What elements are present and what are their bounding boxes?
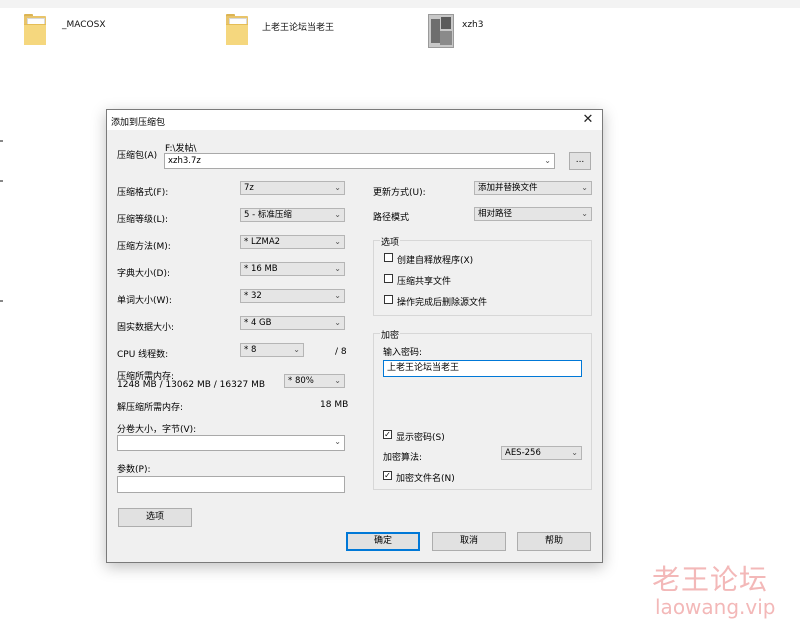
cpu-max: / 8 [335,347,347,357]
options-button[interactable]: 选项 [118,508,192,527]
cpu-select[interactable]: * 8 ⌄ [240,343,304,357]
edge-mark [0,180,3,182]
file-label: xzh3 [462,20,484,30]
add-to-archive-dialog: 添加到压缩包 ✕ 压缩包(A) F:\发帖\ xzh3.7z ⌄ ... 压缩格… [106,109,603,563]
cancel-button[interactable]: 取消 [432,532,506,551]
ok-button[interactable]: 确定 [346,532,420,551]
update-select[interactable]: 添加并替换文件 ⌄ [474,181,592,195]
level-label: 压缩等级(L): [117,215,169,225]
encryption-method-label: 加密算法: [383,453,423,463]
edge-mark [0,140,3,142]
help-button[interactable]: 帮助 [517,532,591,551]
method-select[interactable]: * LZMA2 ⌄ [240,235,345,249]
params-input[interactable] [117,476,345,493]
encrypt-names-label: 加密文件名(N) [396,474,455,484]
split-label: 分卷大小，字节(V): [117,425,197,435]
chevron-down-icon: ⌄ [334,210,341,219]
edge-mark [0,300,3,302]
cpu-value: * 8 [244,345,257,355]
level-select[interactable]: 5 - 标准压缩 ⌄ [240,208,345,222]
method-value: * LZMA2 [244,237,281,247]
cpu-label: CPU 线程数: [117,350,169,360]
folder-icon [24,14,46,45]
sfx-checkbox[interactable] [384,253,393,262]
chevron-down-icon: ⌄ [571,448,578,457]
decomp-value: 18 MB [320,400,349,410]
dict-value: * 16 MB [244,264,278,274]
pathmode-value: 相对路径 [478,209,513,219]
chevron-down-icon: ⌄ [581,209,588,218]
chevron-down-icon: ⌄ [581,183,588,192]
chevron-down-icon: ⌄ [293,345,300,354]
encryption-method-select[interactable]: AES-256 ⌄ [501,446,582,460]
memory-select[interactable]: * 80% ⌄ [284,374,345,388]
dialog-title: 添加到压缩包 [111,118,166,128]
pathmode-select[interactable]: 相对路径 ⌄ [474,207,592,221]
file-label: _MACOSX [62,20,106,30]
dict-label: 字典大小(D): [117,269,170,279]
params-label: 参数(P): [117,465,151,475]
folder-icon [226,14,248,45]
watermark-url: laowang.vip [655,595,776,619]
chevron-down-icon: ⌄ [544,156,551,165]
update-label: 更新方式(U): [373,188,426,198]
encryption-group-title: 加密 [380,328,401,341]
memory-detail: 1248 MB / 13062 MB / 16327 MB [117,380,266,390]
close-icon[interactable]: ✕ [574,110,602,130]
encrypt-names-checkbox[interactable]: ✓ [383,471,392,480]
pathmode-label: 路径模式 [373,213,410,223]
encryption-method-value: AES-256 [505,448,541,458]
chevron-down-icon: ⌄ [334,183,341,192]
options-group-title: 选项 [380,235,401,248]
browse-button[interactable]: ... [569,152,591,170]
chevron-down-icon: ⌄ [334,264,341,273]
password-input[interactable]: 上老王论坛当老王 [383,360,582,377]
show-password-label: 显示密码(S) [396,433,445,443]
solid-value: * 4 GB [244,318,272,328]
shared-label: 压缩共享文件 [397,277,452,287]
password-label: 输入密码: [383,348,423,358]
chevron-down-icon: ⌄ [334,376,341,385]
chevron-down-icon: ⌄ [334,237,341,246]
archive-label: 压缩包(A) [117,151,158,161]
watermark-title: 老王论坛 [652,563,769,596]
sfx-label: 创建自释放程序(X) [397,256,474,266]
update-value: 添加并替换文件 [478,183,538,193]
word-value: * 32 [244,291,262,301]
level-value: 5 - 标准压缩 [244,210,292,220]
memory-value: * 80% [288,376,314,386]
archive-name-combo[interactable]: xzh3.7z ⌄ [164,153,555,169]
dict-select[interactable]: * 16 MB ⌄ [240,262,345,276]
window-top-strip [0,0,800,8]
word-select[interactable]: * 32 ⌄ [240,289,345,303]
chevron-down-icon: ⌄ [334,437,341,446]
chevron-down-icon: ⌄ [334,318,341,327]
shared-checkbox[interactable] [384,274,393,283]
decomp-label: 解压缩所需内存: [117,403,184,413]
split-select[interactable]: ⌄ [117,435,345,451]
word-label: 单词大小(W): [117,296,172,306]
delete-after-checkbox[interactable] [384,295,393,304]
format-value: 7z [244,183,254,193]
title-bar: 添加到压缩包 ✕ [107,110,602,130]
solid-select[interactable]: * 4 GB ⌄ [240,316,345,330]
show-password-checkbox[interactable]: ✓ [383,430,392,439]
archive-name-value: xzh3.7z [168,156,201,166]
image-thumbnail-icon [428,14,454,48]
solid-label: 固实数据大小: [117,323,175,333]
chevron-down-icon: ⌄ [334,291,341,300]
delete-after-label: 操作完成后删除源文件 [397,298,488,308]
format-label: 压缩格式(F): [117,188,169,198]
format-select[interactable]: 7z ⌄ [240,181,345,195]
method-label: 压缩方法(M): [117,242,171,252]
file-label: 上老王论坛当老王 [262,23,335,33]
